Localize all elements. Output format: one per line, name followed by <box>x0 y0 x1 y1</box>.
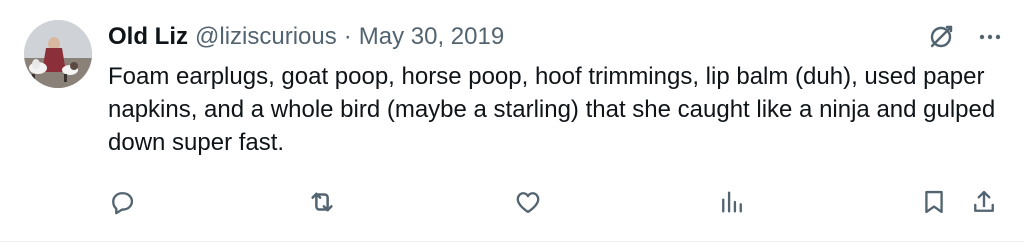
tweet-date[interactable]: May 30, 2019 <box>359 22 504 52</box>
tweet-header: Old Liz @liziscurious · May 30, 2019 <box>108 22 504 52</box>
reply-icon[interactable] <box>104 184 140 220</box>
separator-dot: · <box>343 23 352 50</box>
tweet-text: Foam earplugs, goat poop, horse poop, ho… <box>108 63 996 156</box>
top-icons <box>926 22 1002 52</box>
views-icon[interactable] <box>714 184 750 220</box>
author-name[interactable]: Old Liz <box>108 22 188 52</box>
author-handle[interactable]: @liziscurious <box>195 22 337 52</box>
bookmark-icon[interactable] <box>916 184 952 220</box>
avatar[interactable] <box>24 20 92 88</box>
tweet-card[interactable]: Old Liz @liziscurious · May 30, 2019 Foa… <box>0 0 1024 242</box>
share-icon[interactable] <box>966 184 1002 220</box>
action-bar <box>108 184 1002 220</box>
retweet-icon[interactable] <box>304 184 340 220</box>
like-icon[interactable] <box>510 184 546 220</box>
grok-icon[interactable] <box>926 22 956 52</box>
more-icon[interactable] <box>978 25 1002 49</box>
